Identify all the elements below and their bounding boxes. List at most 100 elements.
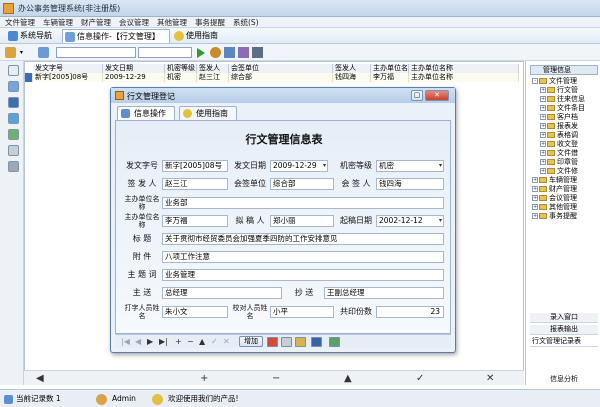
field-select[interactable]	[56, 47, 136, 58]
column-header[interactable]: 发文日期	[103, 64, 165, 73]
tree-item[interactable]: + 印章管	[540, 158, 578, 167]
tree-item[interactable]: + 会议管理	[532, 194, 577, 203]
export-icon[interactable]	[238, 47, 249, 58]
add-icon[interactable]: +	[175, 336, 182, 347]
host-unit-input[interactable]: 业务部	[162, 197, 444, 209]
keywords-input[interactable]: 业务管理	[162, 269, 444, 281]
tree-item[interactable]: + 车辆管理	[532, 176, 577, 185]
delete-icon[interactable]	[267, 337, 278, 347]
filter-icon[interactable]	[38, 47, 49, 58]
column-header[interactable]: 主办单位名	[371, 64, 409, 73]
records-window-label[interactable]: 录入窗口	[530, 313, 598, 323]
first-record-icon[interactable]: |◀	[121, 336, 130, 347]
refresh-icon[interactable]	[224, 47, 235, 58]
signer-input[interactable]: 赵三江	[162, 178, 228, 190]
last-record-icon[interactable]: ▶|	[159, 336, 168, 347]
tree-item[interactable]: + 其他管理	[532, 203, 577, 212]
tree-item[interactable]: + 往来信息	[540, 95, 585, 104]
column-header[interactable]: 机密等级	[165, 64, 197, 73]
doc-no-input[interactable]: 新字[2005]08号	[162, 160, 228, 172]
play-icon[interactable]	[197, 48, 205, 58]
save-icon[interactable]	[8, 97, 19, 108]
copies-input[interactable]: 23	[376, 306, 444, 318]
table-cell[interactable]: 2009-12-29	[103, 73, 165, 82]
menu-property[interactable]: 财产管理	[81, 17, 111, 28]
up-button[interactable]: ▲	[344, 373, 352, 384]
drafter-input[interactable]: 郑小丽	[270, 215, 334, 227]
add-record-button[interactable]: +	[200, 373, 208, 384]
proofer-input[interactable]: 小平	[270, 306, 334, 318]
tree-item[interactable]: + 客户档	[540, 113, 578, 122]
prev-record-button[interactable]: ◀	[36, 373, 44, 384]
tree-item[interactable]: + 文件修	[540, 167, 578, 176]
report-icon[interactable]	[8, 129, 19, 140]
attach-input[interactable]: 八项工作注意	[162, 251, 444, 263]
tree-item[interactable]: + 表格调	[540, 131, 578, 140]
remove-record-button[interactable]: −	[272, 373, 280, 384]
tab-user-guide[interactable]: 使用指南	[172, 29, 222, 43]
menu-other[interactable]: 其他管理	[157, 17, 187, 28]
table-cell[interactable]: 钱四海	[333, 73, 371, 82]
menu-meeting[interactable]: 会议管理	[119, 17, 149, 28]
new-icon[interactable]	[8, 65, 19, 76]
folder-icon[interactable]	[295, 337, 306, 347]
prev-record-icon[interactable]: ◀	[135, 336, 141, 347]
tab-info-operation[interactable]: 信息操作-【行文管理】	[62, 29, 170, 43]
column-header[interactable]: 发文字号	[33, 64, 103, 73]
table-cell[interactable]: 新字[2005]08号	[33, 73, 103, 82]
tree-item[interactable]: + 行文管	[540, 86, 578, 95]
tab-user-guide[interactable]: 使用指南	[179, 106, 237, 120]
exit-icon[interactable]	[329, 337, 340, 347]
report-output-label[interactable]: 报表输出	[530, 325, 598, 335]
confirm-icon[interactable]: ✓	[211, 336, 218, 347]
info-analysis-label[interactable]: 信息分析	[530, 375, 598, 385]
edit-icon[interactable]	[5, 47, 16, 58]
print-icon[interactable]	[252, 47, 263, 58]
column-header[interactable]: 签发人	[333, 64, 371, 73]
tree-item[interactable]: + 收文登	[540, 140, 578, 149]
column-header[interactable]: 主办单位名称	[409, 64, 519, 73]
print-icon[interactable]	[8, 145, 19, 156]
tree-item[interactable]: + 文件借	[540, 149, 578, 158]
tree-item[interactable]: + 文件条目	[540, 104, 585, 113]
table-cell[interactable]: 综合部	[229, 73, 333, 82]
tab-info-operation[interactable]: 信息操作	[117, 106, 175, 120]
output-title[interactable]: 行文管理记录表	[530, 337, 598, 347]
table-cell[interactable]: 赵三江	[197, 73, 229, 82]
tree-item[interactable]: + 事务提醒	[532, 212, 577, 221]
send-input[interactable]: 总经理	[162, 287, 282, 299]
tab-system-nav[interactable]: 系统导航	[6, 29, 58, 43]
host-person-input[interactable]: 李万福	[162, 215, 228, 227]
chevron-down-icon[interactable]: ▾	[20, 47, 26, 58]
menu-file[interactable]: 文件管理	[5, 17, 35, 28]
search-icon[interactable]	[210, 47, 221, 58]
remove-icon[interactable]: −	[187, 336, 194, 347]
value-select[interactable]	[138, 47, 192, 58]
subject-input[interactable]: 关于贯彻市经贸委员会加强夏季四防的工作安排意见	[162, 233, 444, 245]
next-record-icon[interactable]: ▶	[147, 336, 153, 347]
search-icon[interactable]	[311, 337, 322, 347]
open-icon[interactable]	[8, 81, 19, 92]
menu-reminder[interactable]: 事务提醒	[195, 17, 225, 28]
draft-date-input[interactable]: 2002-12-12 ▾	[376, 215, 444, 227]
table-cell[interactable]: 主办单位名称	[409, 73, 519, 82]
print-icon[interactable]	[281, 337, 292, 347]
table-cell[interactable]: 机密	[165, 73, 197, 82]
menu-system[interactable]: 系统(S)	[233, 17, 259, 28]
up-icon[interactable]: ▲	[199, 336, 205, 347]
tree-item[interactable]: + 财产管理	[532, 185, 577, 194]
typist-input[interactable]: 朱小文	[162, 306, 228, 318]
secret-select[interactable]: 机密 ▾	[376, 160, 444, 172]
row-indicator[interactable]	[25, 73, 33, 82]
add-button[interactable]: 增加	[239, 336, 263, 347]
cancel-icon[interactable]: ✕	[223, 336, 230, 347]
column-header[interactable]: 会签单位	[229, 64, 333, 73]
table-cell[interactable]: 李万福	[371, 73, 409, 82]
close-button[interactable]: ✕	[425, 90, 449, 101]
restore-button[interactable]: ▢	[411, 90, 423, 101]
tree-item[interactable]: + 报表发	[540, 122, 578, 131]
tree-item[interactable]: - 文件管理	[532, 77, 577, 86]
date-input[interactable]: 2009-12-29 ▾	[270, 160, 328, 172]
menu-vehicle[interactable]: 车辆管理	[43, 17, 73, 28]
column-header[interactable]: 签发人	[197, 64, 229, 73]
